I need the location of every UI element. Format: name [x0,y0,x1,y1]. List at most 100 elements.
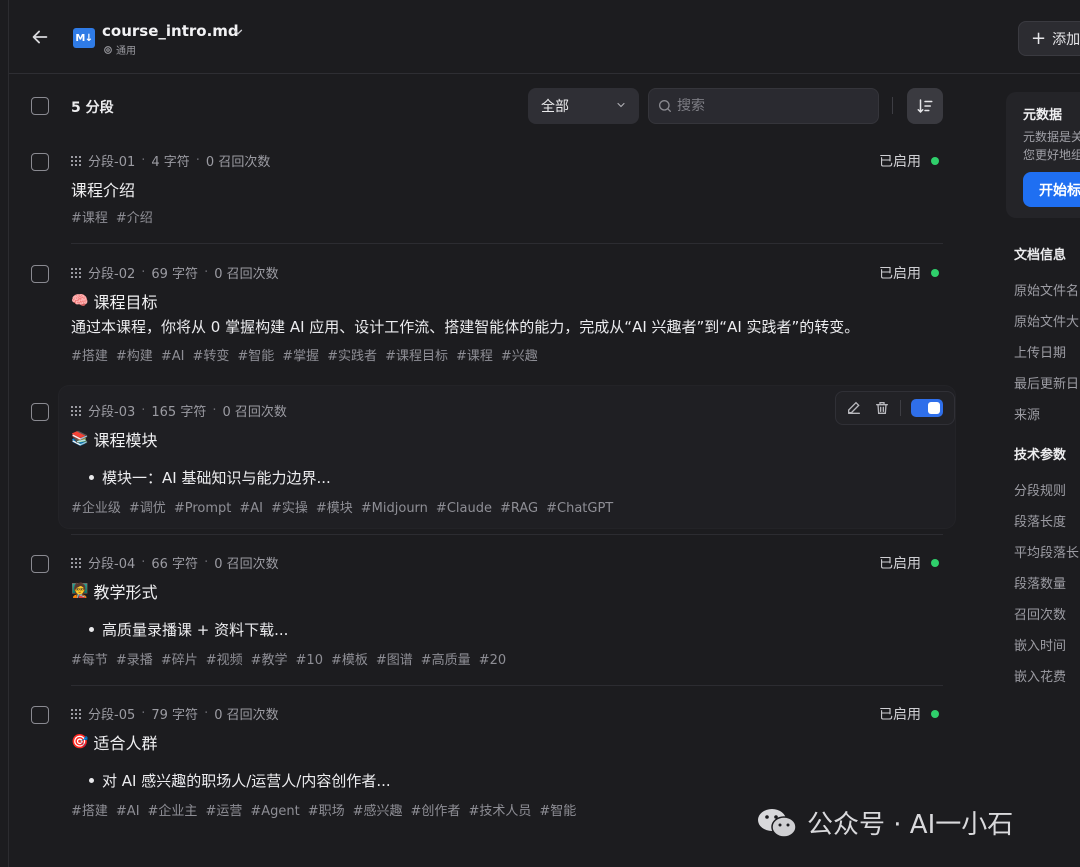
tag: #每节 [71,653,108,668]
tag: #10 [295,653,323,668]
doc-info-item: 来源 [1014,408,1041,423]
segment-meta: 分段-05 · 79 字符 · 0 召回次数 [71,704,279,723]
status-label: 已启用 [879,556,921,572]
segment-bullet: 模块一：AI 基础知识与能力边界... [89,467,331,488]
separator-dot: · [141,555,146,570]
tag: #介绍 [115,211,153,226]
metadata-desc-line: 您更好地组 [1023,148,1080,162]
segment-title-text: 教学形式 [93,583,158,602]
tech-param-item: 嵌入时间 [1014,639,1067,654]
search-box[interactable] [648,88,879,124]
status-dot [931,710,939,718]
add-button-label: 添加 [1052,31,1080,48]
grid-dots-icon [71,405,81,416]
tag: #图谱 [375,653,413,668]
tag: #碎片 [160,653,198,668]
segment-checkbox[interactable] [31,706,49,724]
segment-tags: #搭建 #AI #企业主 #运营 #Agent #职场 #感兴趣 #创作者 #技术人员 #智能 [71,800,691,819]
segment-title[interactable]: 课程介绍 [71,177,135,201]
segment-title[interactable]: 🧑‍🏫 教学形式 [71,579,157,603]
tech-params-heading: 技术参数 [1014,448,1067,463]
segment-title-text: 适合人群 [93,734,158,753]
segment-chars: 66 字符 [151,557,199,572]
tag: #Prompt [173,501,232,516]
markdown-file-icon: M↓ [73,28,95,48]
teacher-emoji-icon: 🧑‍🏫 [71,583,89,599]
segment-chars: 165 字符 [151,405,207,420]
segment-body: 通过本课程，你将从 0 掌握构建 AI 应用、设计工作流、搭建智能体的能力，完成… [71,318,860,336]
segment-recalls: 0 召回次数 [205,155,271,170]
segment-title-text: 课程模块 [93,431,158,450]
tech-param-item: 平均段落长 [1014,546,1080,561]
metadata-desc-line: 元数据是关 [1023,130,1080,144]
segment-divider [71,243,943,244]
segment-chars: 4 字符 [151,155,190,170]
status-dot [931,269,939,277]
actions-divider [900,400,901,416]
segment-status: 已启用 [879,704,939,724]
bullet-text: 高质量录播课 + 资料下载... [102,621,289,639]
separator-dot: · [141,706,146,721]
tag: #技术人员 [468,804,532,819]
gear-icon [104,45,112,54]
chevron-down-icon[interactable] [231,25,245,39]
filter-value: 全部 [541,99,569,115]
add-button[interactable]: + 添加 [1018,21,1080,56]
tag: #AI [160,349,185,364]
back-arrow-icon[interactable] [29,26,51,48]
tag: #课程目标 [385,349,448,364]
segment-title[interactable]: 🧠 课程目标 [71,289,157,313]
segment-status: 已启用 [879,553,939,573]
bullet-text: 模块一：AI 基础知识与能力边界... [102,469,331,487]
file-name[interactable]: course_intro.md [102,22,239,40]
tag: #感兴趣 [352,804,403,819]
tag: #搭建 [71,349,108,364]
tag: #企业主 [147,804,198,819]
segment-status: 已启用 [879,151,939,171]
separator-dot: · [204,555,209,570]
enable-toggle[interactable] [911,399,943,417]
segment-id: 分段-04 [88,557,136,572]
books-emoji-icon: 📚 [71,431,89,447]
metadata-description: 元数据是关 您更好地组 [1023,128,1080,164]
status-filter-select[interactable]: 全部 [528,88,639,124]
separator-dot: · [212,403,217,418]
grid-dots-icon [71,708,81,719]
separator-dot: · [141,265,146,280]
trash-icon[interactable] [872,398,892,418]
segment-checkbox[interactable] [31,555,49,573]
bullet-dot [89,627,94,632]
edit-icon[interactable] [844,398,864,418]
segment-tags: #每节 #录播 #碎片 #视频 #教学 #10 #模板 #图谱 #高质量 #20 [71,649,671,668]
segment-title[interactable]: 🎯 适合人群 [71,730,157,754]
start-labeling-button[interactable]: 开始标 [1023,172,1080,207]
grid-dots-icon [71,155,81,166]
status-label: 已启用 [879,266,921,282]
metadata-title: 元数据 [1023,108,1063,123]
segment-checkbox[interactable] [31,265,49,283]
tag: #课程 [71,211,108,226]
separator-dot: · [204,706,209,721]
bullet-text: 对 AI 感兴趣的职场人/运营人/内容创作者... [102,772,391,790]
segment-meta: 分段-04 · 66 字符 · 0 召回次数 [71,553,279,572]
segment-checkbox[interactable] [31,153,49,171]
status-label: 已启用 [879,154,921,170]
segment-checkbox[interactable] [31,403,49,421]
tag: #实践者 [327,349,378,364]
segment-title[interactable]: 📚 课程模块 [71,427,157,451]
grid-dots-icon [71,267,81,278]
tag: #课程 [455,349,493,364]
doc-info-item: 上传日期 [1014,346,1067,361]
sort-button[interactable] [907,88,943,124]
tag: #职场 [307,804,345,819]
metadata-card: 元数据 元数据是关 您更好地组 开始标 [1006,92,1080,218]
segment-recalls: 0 召回次数 [214,708,279,723]
tag: #搭建 [71,804,108,819]
tag: #智能 [237,349,275,364]
watermark-text: 公众号 · AI一小石 [807,810,1014,840]
select-all-checkbox[interactable] [31,97,49,115]
doc-info-item: 原始文件大 [1014,315,1080,330]
search-input[interactable] [677,98,867,114]
app-window: M↓ course_intro.md 通用 + 添加 5 分段 全部 分段-01… [8,0,1080,867]
segment-count: 5 分段 [71,100,114,116]
